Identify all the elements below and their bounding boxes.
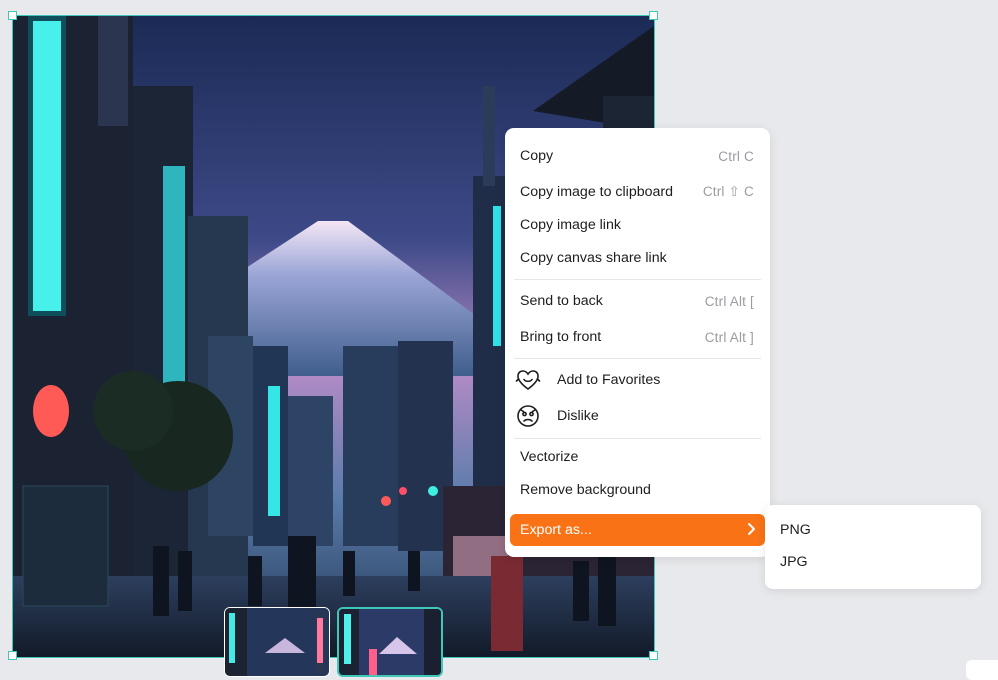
dislike-face-icon <box>514 402 542 430</box>
menu-item-copy-canvas-share-link[interactable]: Copy canvas share link <box>513 242 762 274</box>
export-jpg-option[interactable]: JPG <box>773 547 973 577</box>
menu-divider <box>514 279 761 280</box>
menu-item-label: Copy image to clipboard <box>520 184 703 200</box>
menu-divider <box>514 358 761 359</box>
export-png-option[interactable]: PNG <box>773 515 973 545</box>
menu-item-shortcut: Ctrl ⇧ C <box>703 184 754 200</box>
menu-item-add-to-favorites[interactable]: Add to Favorites <box>513 364 762 396</box>
variation-thumbnail-1[interactable] <box>224 607 330 677</box>
context-menu: Copy Ctrl C Copy image to clipboard Ctrl… <box>505 128 770 557</box>
menu-item-shortcut: Ctrl C <box>718 149 754 164</box>
selection-handle-top-left[interactable] <box>8 11 17 20</box>
menu-item-bring-to-front[interactable]: Bring to front Ctrl Alt ] <box>513 321 762 353</box>
menu-divider <box>514 438 761 439</box>
menu-item-remove-background[interactable]: Remove background <box>513 474 762 506</box>
chevron-right-icon <box>745 520 757 541</box>
menu-item-label: Bring to front <box>520 329 705 345</box>
menu-item-send-to-back[interactable]: Send to back Ctrl Alt [ <box>513 285 762 317</box>
selection-handle-bottom-left[interactable] <box>8 651 17 660</box>
menu-item-copy-image-link[interactable]: Copy image link <box>513 209 762 241</box>
menu-item-shortcut: Ctrl Alt ] <box>705 330 754 345</box>
export-submenu: PNG JPG <box>765 505 981 589</box>
variation-thumbnail-2[interactable] <box>337 607 443 677</box>
corner-panel <box>966 660 998 680</box>
menu-item-label: Copy canvas share link <box>520 250 754 266</box>
menu-item-dislike[interactable]: Dislike <box>513 400 762 432</box>
menu-item-label: Copy <box>520 148 718 164</box>
submenu-item-label: PNG <box>780 522 811 538</box>
menu-item-export-as[interactable]: Export as... <box>510 514 765 546</box>
menu-item-shortcut: Ctrl Alt [ <box>705 294 754 309</box>
menu-item-label: Export as... <box>520 522 745 538</box>
selection-handle-bottom-right[interactable] <box>649 651 658 660</box>
selection-handle-top-right[interactable] <box>649 11 658 20</box>
menu-item-label: Add to Favorites <box>557 372 754 388</box>
submenu-item-label: JPG <box>780 554 808 570</box>
menu-item-copy-image-to-clipboard[interactable]: Copy image to clipboard Ctrl ⇧ C <box>513 176 762 208</box>
menu-item-label: Copy image link <box>520 217 754 233</box>
menu-item-label: Remove background <box>520 482 754 498</box>
menu-item-copy[interactable]: Copy Ctrl C <box>513 140 762 172</box>
heart-smile-icon <box>514 366 542 394</box>
menu-item-label: Dislike <box>557 408 754 424</box>
menu-item-label: Send to back <box>520 293 705 309</box>
menu-item-label: Vectorize <box>520 449 754 465</box>
menu-item-vectorize[interactable]: Vectorize <box>513 441 762 473</box>
